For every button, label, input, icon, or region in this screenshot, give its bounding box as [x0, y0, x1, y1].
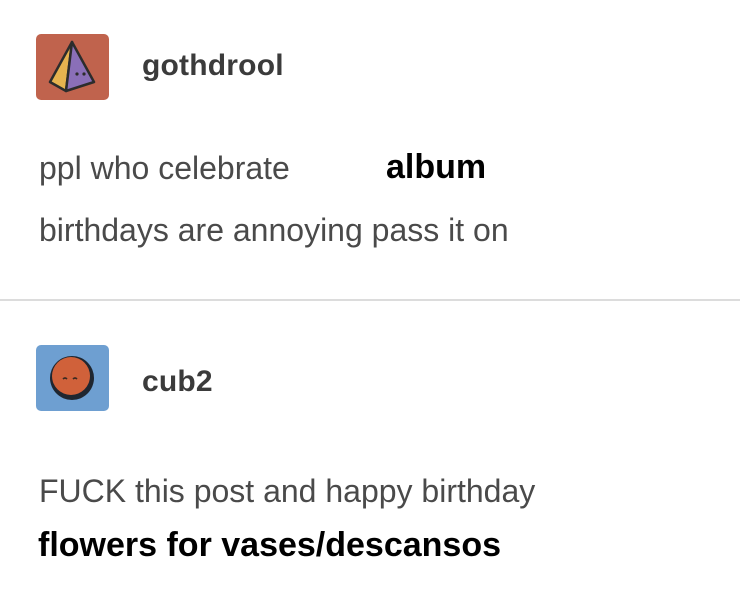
post-divider [0, 299, 740, 301]
reblog-post-1: gothdrool ppl who celebrate birthdays ar… [0, 0, 740, 300]
overlay-caption: flowers for vases/descansos [38, 526, 502, 564]
reblog-post-2: cub2 FUCK this post and happy birthday f… [0, 304, 740, 591]
moon-face-icon [36, 345, 109, 411]
avatar[interactable] [36, 34, 109, 100]
post-text-line: FUCK this post and happy birthday [39, 473, 536, 509]
avatar[interactable] [36, 345, 109, 411]
post-text-line: birthdays are annoying pass it on [39, 212, 509, 248]
username[interactable]: gothdrool [142, 49, 284, 83]
username[interactable]: cub2 [142, 365, 213, 399]
pyramid-icon [36, 34, 109, 100]
overlay-caption: album [384, 148, 495, 189]
post-text-line: ppl who celebrate [39, 150, 290, 186]
